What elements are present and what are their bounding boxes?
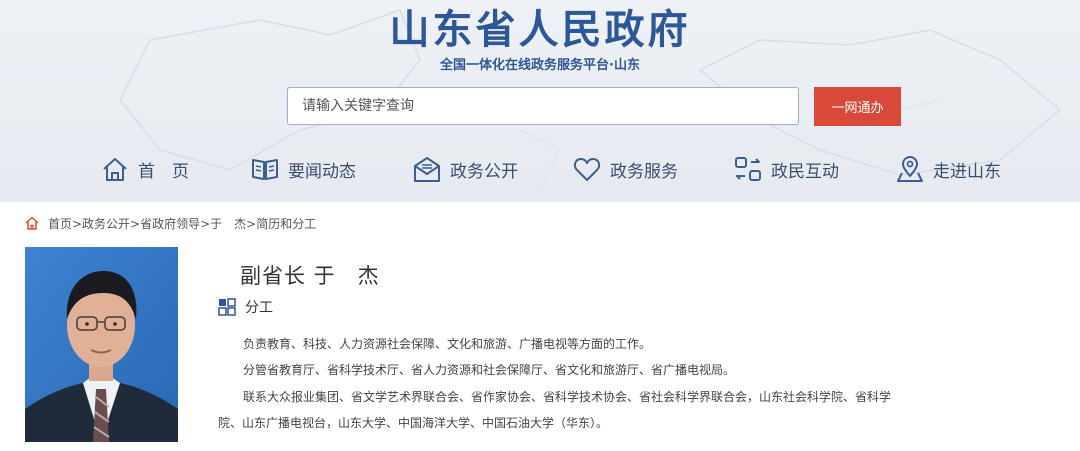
grid-icon: [218, 298, 236, 316]
nav-item-services[interactable]: 政务服务: [572, 150, 678, 188]
nav-label: 要闻动态: [288, 161, 356, 182]
duty-paragraph: 负责教育、科技、人力资源社会保障、文化和旅游、广播电视等方面的工作。: [243, 337, 652, 351]
search-input[interactable]: [287, 87, 799, 125]
site-subtitle: 全国一体化在线政务服务平台·山东: [440, 58, 640, 73]
duty-paragraph: 联系大众报业集团、省文学艺术界联合会、省作家协会、省科学技术协会、省社会科学界联…: [218, 390, 892, 430]
nav-item-home[interactable]: 首 页: [100, 150, 189, 188]
section-header: 分工: [218, 297, 273, 317]
portrait-image: [25, 247, 178, 442]
nav-item-about-shandong[interactable]: 走进山东: [895, 150, 1001, 188]
section-title: 分工: [245, 300, 273, 316]
home-icon: [103, 158, 127, 181]
nav-label: 首 页: [138, 161, 189, 182]
nav-label: 政民互动: [771, 161, 839, 182]
search-button[interactable]: 一网通办: [814, 87, 901, 126]
duty-paragraph: 分管省教育厅、省科学技术厅、省人力资源和社会保障厅、省文化和旅游厅、省广播电视局…: [243, 363, 736, 377]
heart-icon: [573, 158, 601, 181]
nav-item-interaction[interactable]: 政民互动: [733, 150, 839, 188]
nav-item-open-government[interactable]: 政务公开: [412, 150, 518, 188]
home-icon[interactable]: [24, 215, 40, 231]
official-name: 副省长 于 杰: [240, 264, 380, 288]
site-header: 山东省人民政府 全国一体化在线政务服务平台·山东 一网通办 首 页 要闻动态: [0, 0, 1080, 202]
official-portrait: [25, 247, 178, 442]
mail-icon: [414, 157, 440, 182]
interaction-icon: [735, 157, 761, 181]
breadcrumb-text[interactable]: 首页>政务公开>省政府领导>于 杰>简历和分工: [48, 215, 316, 232]
breadcrumb: 首页>政务公开>省政府领导>于 杰>简历和分工: [24, 214, 316, 232]
nav-item-news[interactable]: 要闻动态: [250, 150, 356, 188]
nav-label: 政务服务: [610, 161, 678, 182]
nav-label: 政务公开: [450, 161, 518, 182]
nav-label: 走进山东: [933, 161, 1001, 182]
site-title: 山东省人民政府: [389, 7, 691, 53]
book-icon: [252, 159, 278, 180]
map-pin-icon: [897, 156, 923, 182]
